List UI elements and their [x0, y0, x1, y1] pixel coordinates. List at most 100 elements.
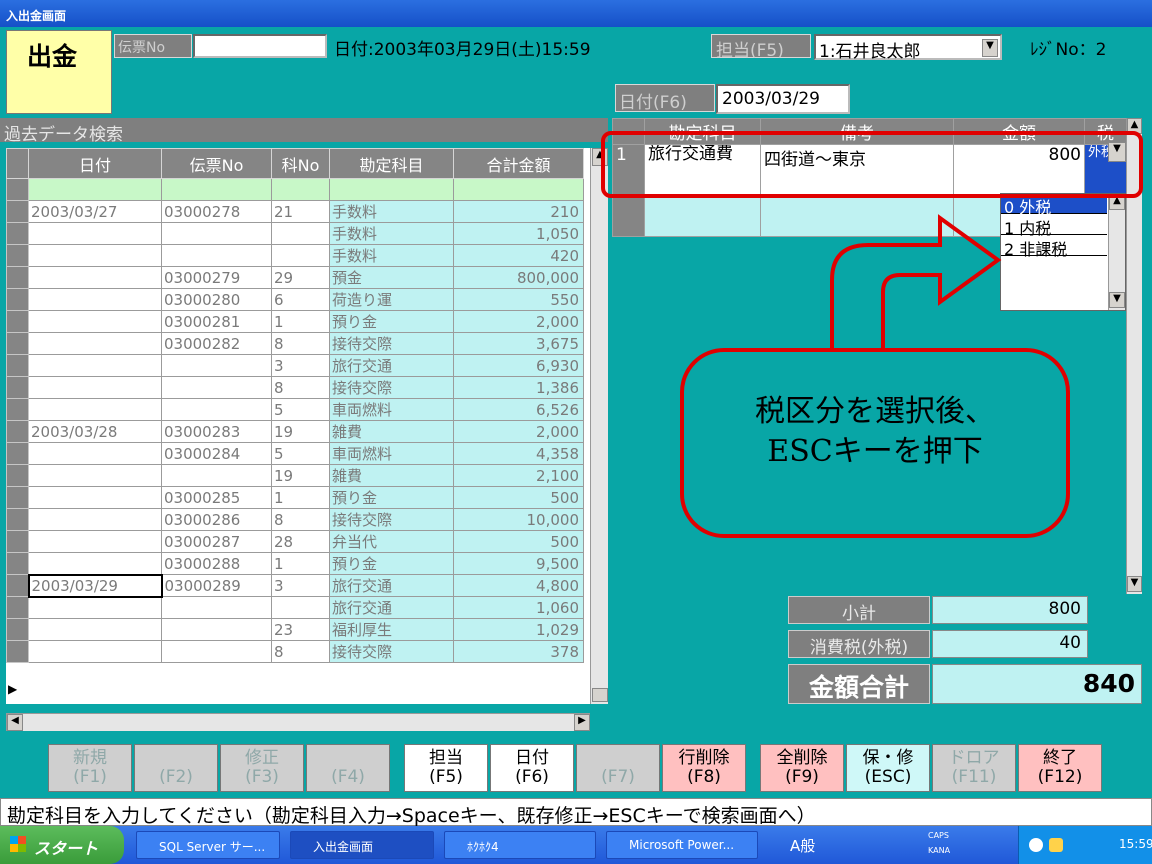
cell-amount[interactable]: 3,675 [453, 332, 584, 355]
cell-amount[interactable]: 4,800 [453, 574, 584, 597]
col-slip[interactable]: 伝票No [161, 148, 272, 179]
cell-account[interactable]: 預り金 [329, 310, 454, 333]
taskbar-item-sql-server[interactable]: SQL Server サー... [136, 831, 280, 859]
row-selector[interactable] [6, 640, 29, 663]
fkey-edit-button[interactable]: 修正 (F3) [220, 744, 304, 792]
cell-account[interactable]: 福利厚生 [329, 618, 454, 641]
cell-code[interactable]: 21 [271, 200, 330, 223]
chevron-down-icon[interactable]: ▼ [982, 39, 998, 57]
cell-slip[interactable]: 03000288 [161, 552, 272, 575]
table-row[interactable]: 03000282 8 接待交際 3,675 [6, 332, 584, 355]
cell-date[interactable] [28, 288, 162, 311]
table-row[interactable]: 2003/03/28 03000283 19 雑費 2,000 [6, 420, 584, 443]
row-selector[interactable] [6, 376, 29, 399]
row-selector[interactable] [6, 200, 29, 223]
fkey-delete-all-button[interactable]: 全削除 (F9) [760, 744, 844, 792]
row-selector[interactable] [6, 486, 29, 509]
scroll-right-icon[interactable]: ▶ [574, 714, 590, 731]
table-row[interactable]: 03000279 29 預金 800,000 [6, 266, 584, 289]
cell-slip[interactable]: 03000286 [161, 508, 272, 531]
cell-amount[interactable]: 500 [453, 530, 584, 553]
cell-amount[interactable]: 2,000 [453, 310, 584, 333]
table-row[interactable]: 03000284 5 車両燃料 4,358 [6, 442, 584, 465]
cell-account[interactable]: 接待交際 [329, 640, 454, 663]
cell-code[interactable]: 19 [271, 420, 330, 443]
cell-slip[interactable] [161, 596, 272, 619]
row-selector[interactable] [6, 288, 29, 311]
cell-date[interactable] [28, 640, 162, 663]
table-row[interactable]: 2003/03/27 03000278 21 手数料 210 [6, 200, 584, 223]
cell-account[interactable]: 荷造り運 [329, 288, 454, 311]
tray-app-icon[interactable] [1029, 838, 1043, 852]
filter-row[interactable] [6, 178, 584, 201]
cell-date[interactable]: 2003/03/28 [28, 420, 162, 443]
cell-amount[interactable]: 550 [453, 288, 584, 311]
cell-amount[interactable]: 10,000 [453, 508, 584, 531]
cell-code[interactable]: 1 [271, 310, 330, 333]
fkey-date-button[interactable]: 日付 (F6) [490, 744, 574, 792]
row-selector[interactable] [6, 618, 29, 641]
cell-code[interactable]: 28 [271, 530, 330, 553]
cell-slip[interactable] [161, 398, 272, 421]
cell-code[interactable] [271, 244, 330, 267]
cell-slip[interactable]: 03000281 [161, 310, 272, 333]
cell-code[interactable]: 29 [271, 266, 330, 289]
col-total[interactable]: 合計金額 [453, 148, 584, 179]
cell-slip[interactable] [161, 244, 272, 267]
cell-slip[interactable] [161, 618, 272, 641]
table-row[interactable]: 8 接待交際 378 [6, 640, 584, 663]
cell-slip[interactable]: 03000279 [161, 266, 272, 289]
row-selector[interactable] [6, 310, 29, 333]
cell-slip[interactable]: 03000287 [161, 530, 272, 553]
ime-indicator[interactable]: A般 [790, 835, 815, 856]
cell-code[interactable]: 5 [271, 398, 330, 421]
fkey-f7-button[interactable]: (F7) [576, 744, 660, 792]
cell-slip[interactable]: 03000278 [161, 200, 272, 223]
fkey-f4-button[interactable]: (F4) [306, 744, 390, 792]
table-row[interactable]: 手数料 420 [6, 244, 584, 267]
cell-amount[interactable]: 9,500 [453, 552, 584, 575]
cell-amount[interactable]: 1,386 [453, 376, 584, 399]
cell-date[interactable] [28, 464, 162, 487]
row-selector[interactable] [6, 420, 29, 443]
cell-slip[interactable]: 03000283 [161, 420, 272, 443]
cell-account[interactable]: 弁当代 [329, 530, 454, 553]
table-row[interactable]: 03000286 8 接待交際 10,000 [6, 508, 584, 531]
row-selector[interactable] [6, 464, 29, 487]
row-selector[interactable] [6, 442, 29, 465]
row-selector[interactable] [6, 552, 29, 575]
row-selector[interactable] [6, 222, 29, 245]
cell-amount[interactable]: 420 [453, 244, 584, 267]
cell-code[interactable] [271, 596, 330, 619]
scroll-down-icon[interactable]: ▼ [1127, 576, 1142, 592]
fkey-drawer-button[interactable]: ドロア (F11) [932, 744, 1016, 792]
cell-account[interactable]: 預金 [329, 266, 454, 289]
row-selector[interactable] [6, 596, 29, 619]
taskbar-item-entry-screen[interactable]: 入出金画面 [290, 831, 434, 859]
cell-date[interactable] [28, 332, 162, 355]
cell-date[interactable] [28, 376, 162, 399]
cell-code[interactable]: 8 [271, 332, 330, 355]
cell-slip[interactable] [161, 464, 272, 487]
cell-slip[interactable] [161, 222, 272, 245]
row-selector[interactable] [6, 530, 29, 553]
col-code[interactable]: 科No [271, 148, 330, 179]
row-selector[interactable] [6, 332, 29, 355]
cell-account[interactable]: 旅行交通 [329, 596, 454, 619]
cell-account[interactable]: 預り金 [329, 552, 454, 575]
cell-code[interactable]: 19 [271, 464, 330, 487]
taskbar-item-hokuhoku[interactable]: ﾎｸﾎｸ4 [444, 831, 596, 859]
scroll-left-icon[interactable]: ◀ [7, 714, 23, 731]
cell-account[interactable]: 雑費 [329, 420, 454, 443]
cell-code[interactable]: 3 [271, 574, 330, 597]
cell-slip[interactable]: 03000282 [161, 332, 272, 355]
cell-slip[interactable] [161, 640, 272, 663]
cell-account[interactable]: 車両燃料 [329, 398, 454, 421]
row-selector[interactable] [6, 508, 29, 531]
search-hscrollbar[interactable]: ◀ ▶ [6, 713, 590, 731]
cell-account[interactable]: 手数料 [329, 222, 454, 245]
cell-amount[interactable]: 6,526 [453, 398, 584, 421]
cell-account[interactable]: 雑費 [329, 464, 454, 487]
cell-code[interactable]: 1 [271, 552, 330, 575]
table-row[interactable]: 3 旅行交通 6,930 [6, 354, 584, 377]
